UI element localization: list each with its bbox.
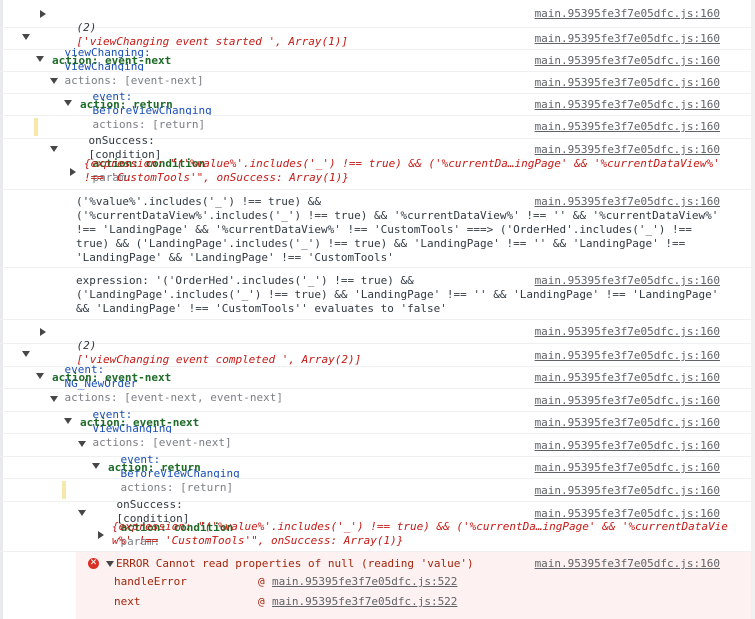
source-link[interactable]: main.95395fe3f7e05dfc.js:160 [535, 274, 720, 288]
error-icon: ✕ [88, 558, 99, 569]
log-message-line: true) && ('LandingPage'.includes('_') !=… [76, 237, 686, 250]
stack-frame-function: next [114, 595, 141, 608]
collapse-triangle-icon[interactable] [64, 100, 72, 106]
group-header-row[interactable]: event: BeforeViewChanging actions: [retu… [0, 72, 755, 131]
collapse-triangle-icon[interactable] [50, 396, 58, 402]
object-preview-line[interactable]: w%' !== 'CustomTools'", onSuccess: Array… [112, 534, 403, 548]
collapse-triangle-icon[interactable] [78, 441, 86, 447]
stack-frame-link[interactable]: main.95395fe3f7e05dfc.js:522 [272, 575, 457, 589]
object-preview-line[interactable]: {expression: "('%value%'.includes('_') !… [112, 520, 728, 534]
group-header-row[interactable]: event: ViewChanging actions: [event-next… [0, 389, 755, 449]
group-header-row[interactable]: action: condition param: main.95395fe3f7… [0, 502, 755, 552]
source-link[interactable]: main.95395fe3f7e05dfc.js:160 [535, 7, 720, 21]
action-label: action: event-next [80, 416, 200, 429]
collapse-triangle-icon[interactable] [92, 463, 100, 469]
warning-marker [62, 481, 66, 499]
console-log-row[interactable]: onSuccess: [condition] main.95395fe3f7e0… [0, 116, 755, 161]
collapse-triangle-icon[interactable] [50, 146, 58, 152]
stack-frame-at: @ [258, 575, 265, 588]
source-link[interactable]: main.95395fe3f7e05dfc.js:160 [535, 507, 720, 521]
console-log-row[interactable]: onSuccess: [condition] main.95395fe3f7e0… [0, 479, 755, 525]
object-preview-line[interactable]: {expression: "('%value%'.includes('_') !… [84, 157, 720, 171]
source-link[interactable]: main.95395fe3f7e05dfc.js:160 [535, 120, 720, 134]
expand-triangle-icon[interactable] [98, 531, 104, 539]
source-link[interactable]: main.95395fe3f7e05dfc.js:160 [535, 371, 720, 385]
object-preview-line[interactable]: !== 'CustomTools'", onSuccess: Array(1)} [84, 171, 349, 185]
collapse-triangle-icon[interactable] [36, 373, 44, 379]
console-log-row[interactable]: (2) ['viewChanging event completed ', Ar… [0, 320, 755, 366]
source-link[interactable]: main.95395fe3f7e05dfc.js:160 [535, 143, 720, 157]
console-log-row[interactable]: (2) ['viewChanging event started ', Arra… [0, 0, 755, 48]
console-log-row[interactable]: ('%value%'.includes('_') !== true) && ('… [0, 190, 755, 268]
source-link[interactable]: main.95395fe3f7e05dfc.js:160 [535, 439, 720, 453]
log-message-line: && 'LandingPage' !== 'CustomTools'' eval… [76, 302, 447, 315]
group-header-row[interactable]: action: return main.95395fe3f7e05dfc.js:… [0, 457, 755, 479]
collapse-triangle-icon[interactable] [106, 561, 114, 567]
scrollbar[interactable] [751, 0, 755, 619]
source-link[interactable]: main.95395fe3f7e05dfc.js:160 [535, 32, 720, 46]
collapse-triangle-icon[interactable] [50, 78, 58, 84]
expand-triangle-icon[interactable] [40, 10, 46, 18]
log-message-line: ('LandingPage'.includes('_') !== true) &… [76, 288, 719, 301]
expand-triangle-icon[interactable] [40, 328, 46, 336]
stack-frame-link[interactable]: main.95395fe3f7e05dfc.js:522 [272, 595, 457, 609]
action-label: action: event-next [52, 54, 172, 67]
source-link[interactable]: main.95395fe3f7e05dfc.js:160 [535, 461, 720, 475]
collapse-triangle-icon[interactable] [22, 351, 30, 357]
stack-frame-at: @ [258, 595, 265, 608]
action-label: action: event-next [52, 371, 172, 384]
group-header-row[interactable]: viewChanging: ViewChanging actions: [eve… [0, 28, 755, 87]
log-message-line: 'LandingPage' && 'LandingPage' !== 'Cust… [76, 251, 394, 264]
log-message-line: !== 'LandingPage' && '%currentDataView%'… [76, 223, 692, 236]
group-header-row[interactable]: action: event-next main.95395fe3f7e05dfc… [0, 367, 755, 389]
group-header-row[interactable]: event: BeforeViewChanging actions: [retu… [0, 434, 755, 494]
source-link[interactable]: main.95395fe3f7e05dfc.js:160 [535, 349, 720, 363]
group-header-row[interactable]: action: condition param: main.95395fe3f7… [0, 139, 755, 190]
group-header-row[interactable]: action: event-next main.95395fe3f7e05dfc… [0, 50, 755, 72]
group-header-row[interactable]: event: NG_NewOrder actions: [event-next,… [0, 344, 755, 404]
source-link[interactable]: main.95395fe3f7e05dfc.js:160 [535, 325, 720, 339]
source-link[interactable]: main.95395fe3f7e05dfc.js:160 [535, 54, 720, 68]
log-message-line: expression: '('OrderHed'.includes('_') !… [76, 274, 414, 287]
collapse-triangle-icon[interactable] [64, 418, 72, 424]
expand-triangle-icon[interactable] [70, 168, 76, 176]
source-link[interactable]: main.95395fe3f7e05dfc.js:160 [535, 98, 720, 112]
source-link[interactable]: main.95395fe3f7e05dfc.js:160 [535, 557, 720, 571]
group-header-row[interactable]: action: event-next main.95395fe3f7e05dfc… [0, 412, 755, 434]
source-link[interactable]: main.95395fe3f7e05dfc.js:160 [535, 394, 720, 408]
action-label: action: return [80, 98, 173, 111]
collapse-triangle-icon[interactable] [36, 56, 44, 62]
collapse-triangle-icon[interactable] [78, 510, 86, 516]
log-message-line: ('%currentDataView%'.includes('_') !== t… [76, 209, 719, 222]
log-message-line: ('%value%'.includes('_') !== true) && [76, 195, 322, 208]
group-header-row[interactable]: action: return main.95395fe3f7e05dfc.js:… [0, 94, 755, 116]
warning-marker [34, 118, 38, 136]
console-log-row[interactable]: expression: '('OrderHed'.includes('_') !… [0, 268, 755, 320]
source-link[interactable]: main.95395fe3f7e05dfc.js:160 [535, 76, 720, 90]
stack-frame-function: handleError [114, 575, 187, 588]
source-link[interactable]: main.95395fe3f7e05dfc.js:160 [535, 416, 720, 430]
error-message: ERROR Cannot read properties of null (re… [116, 557, 474, 570]
action-label: action: return [108, 461, 201, 474]
source-link[interactable]: main.95395fe3f7e05dfc.js:160 [535, 195, 720, 209]
collapse-triangle-icon[interactable] [22, 34, 30, 40]
source-link[interactable]: main.95395fe3f7e05dfc.js:160 [535, 484, 720, 498]
